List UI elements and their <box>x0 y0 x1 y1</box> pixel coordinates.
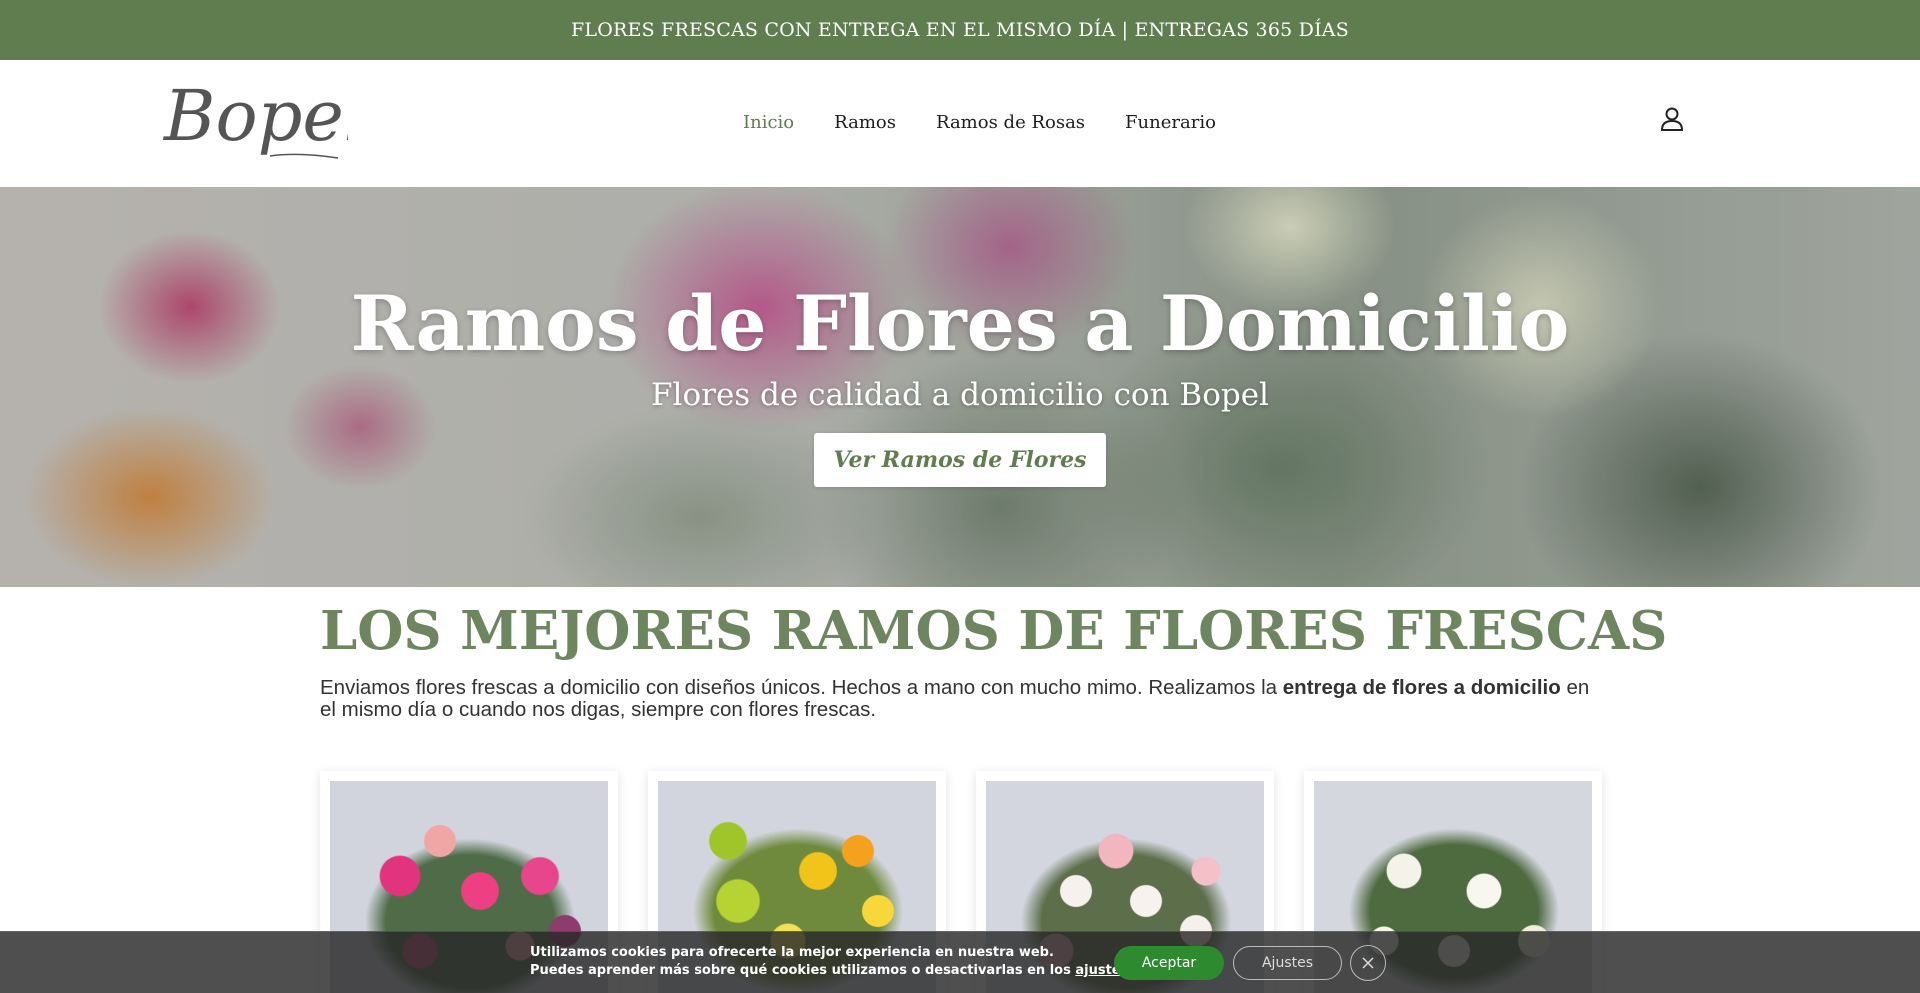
cookie-line-2: Puedes aprender más sobre qué cookies ut… <box>530 962 1133 980</box>
site-header: Bopel Inicio Ramos Ramos de Rosas Funera… <box>0 60 1920 187</box>
announcement-text: FLORES FRESCAS CON ENTREGA EN EL MISMO D… <box>571 19 1349 41</box>
nav-item-ramos[interactable]: Ramos <box>834 112 896 133</box>
section-title-light: LOS MEJORES RAMOS <box>320 600 1019 662</box>
description-text-bold: entrega de flores a domicilio <box>1282 676 1561 699</box>
view-bouquets-button[interactable]: Ver Ramos de Flores <box>814 433 1106 487</box>
hero-banner: Ramos de Flores a Domicilio Flores de ca… <box>0 187 1920 587</box>
accept-cookies-button[interactable]: Aceptar <box>1114 946 1224 980</box>
logo-graphic: Bopel <box>162 75 366 159</box>
nav-item-ramos-de-rosas[interactable]: Ramos de Rosas <box>936 112 1085 133</box>
hero-title: Ramos de Flores a Domicilio <box>350 279 1570 368</box>
close-icon <box>1362 957 1374 969</box>
hero-subtitle: Flores de calidad a domicilio con Bopel <box>651 377 1269 413</box>
cookie-message: Utilizamos cookies para ofrecerte la mej… <box>530 944 1133 980</box>
cookie-settings-button[interactable]: Ajustes <box>1233 946 1342 980</box>
cookie-line-2-text: Puedes aprender más sobre qué cookies ut… <box>530 963 1076 978</box>
cookie-line-1: Utilizamos cookies para ofrecerte la mej… <box>530 945 1054 960</box>
section-title: LOS MEJORES RAMOS DE FLORES FRESCAS <box>320 600 1667 662</box>
description-text-before: Enviamos flores frescas a domicilio con … <box>320 676 1283 699</box>
bopel-logo[interactable]: Bopel <box>158 68 366 176</box>
main-navigation: Inicio Ramos Ramos de Rosas Funerario <box>743 112 1216 133</box>
section-title-bold: DE FLORES FRESCAS <box>1018 600 1668 662</box>
close-cookie-button[interactable] <box>1350 945 1386 981</box>
nav-item-inicio[interactable]: Inicio <box>743 112 794 133</box>
nav-item-funerario[interactable]: Funerario <box>1125 112 1216 133</box>
cookie-banner: Utilizamos cookies para ofrecerte la mej… <box>0 931 1920 993</box>
top-announcement-bar: FLORES FRESCAS CON ENTREGA EN EL MISMO D… <box>0 0 1920 60</box>
section-description: Enviamos flores frescas a domicilio con … <box>320 677 1610 721</box>
logo-text: Bopel <box>162 75 348 157</box>
user-icon[interactable] <box>1660 106 1684 132</box>
